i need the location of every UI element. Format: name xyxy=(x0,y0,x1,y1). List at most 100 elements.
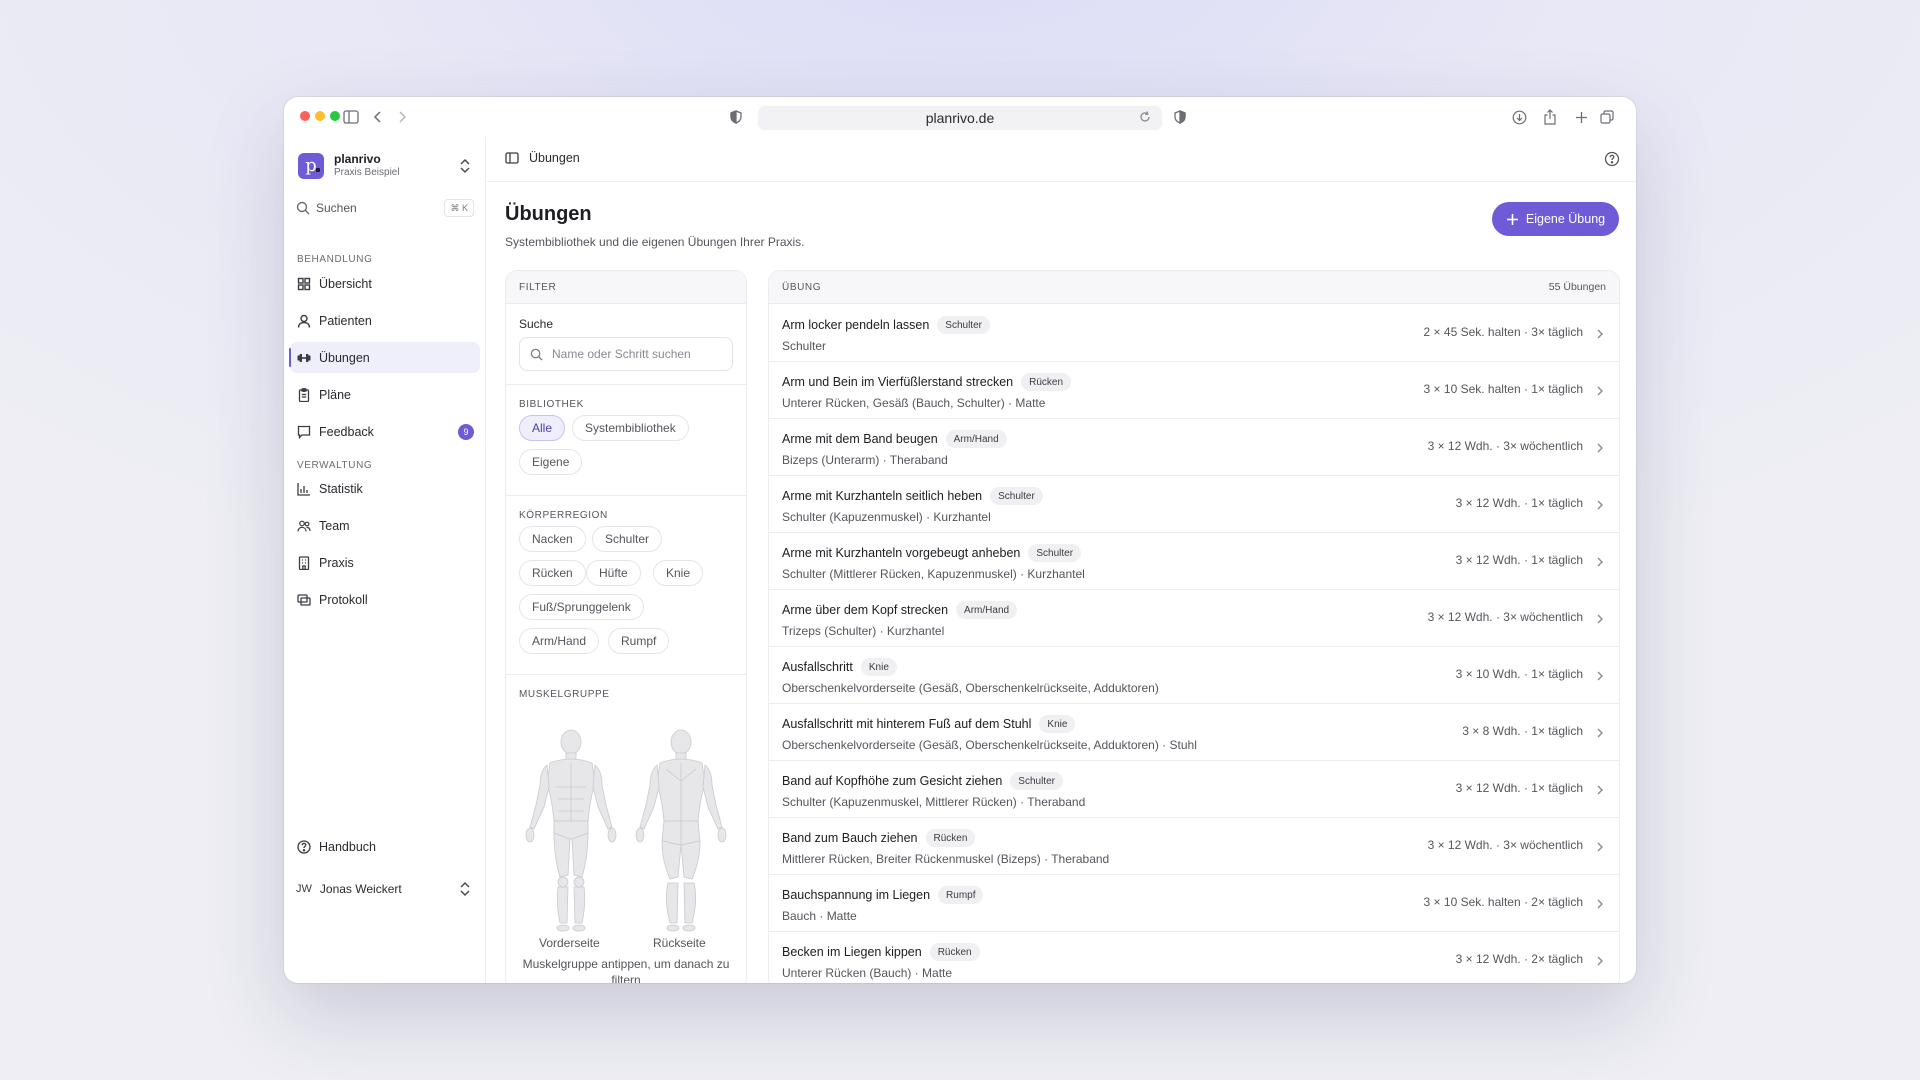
sidebar-item-exercises[interactable]: Übungen xyxy=(289,342,480,373)
exercise-row[interactable]: Arme mit Kurzhanteln seitlich heben Schul… xyxy=(769,476,1619,533)
chip-region-arm-hand[interactable]: Arm/Hand xyxy=(519,628,600,654)
sidebar-item-patients[interactable]: Patienten xyxy=(290,305,480,336)
exercise-row[interactable]: Band auf Kopfhöhe zum Gesicht ziehen Schu… xyxy=(769,761,1619,818)
region-tag: Arm/Hand xyxy=(945,430,1007,448)
sidebar-item-statistics[interactable]: Statistik xyxy=(290,473,480,504)
exercise-row[interactable]: Arm locker pendeln lassen Schulter Schulte… xyxy=(769,305,1619,362)
exercise-muscles: Unterer Rücken (Bauch) · Matte xyxy=(782,966,953,980)
exercise-dosage: 3 × 12 Wdh. · 2× täglich xyxy=(1455,952,1583,966)
chevron-right-icon xyxy=(1594,441,1606,453)
chevron-right-icon xyxy=(1594,384,1606,396)
divider xyxy=(506,674,746,675)
exercise-dosage: 3 × 10 Wdh. · 1× täglich xyxy=(1455,667,1583,681)
exercise-search-input[interactable]: Name oder Schritt suchen xyxy=(519,337,733,371)
browser-titlebar: planrivo.de xyxy=(284,97,1636,137)
maximize-window-button[interactable] xyxy=(330,111,340,121)
sidebar-toggle-icon[interactable] xyxy=(341,107,361,127)
muscle-section-title: MUSKELGRUPPE xyxy=(519,689,610,700)
search-icon xyxy=(530,348,543,361)
forward-arrow-icon[interactable] xyxy=(392,107,412,127)
exercise-title-line: Band auf Kopfhöhe zum Gesicht ziehen Schu… xyxy=(782,772,1063,790)
message-icon xyxy=(297,425,311,439)
exercise-row[interactable]: Arme mit Kurzhanteln vorgebeugt anheben S… xyxy=(769,533,1619,590)
region-tag: Knie xyxy=(860,658,897,676)
privacy-shield-icon[interactable] xyxy=(726,107,746,127)
help-icon[interactable] xyxy=(1604,151,1620,167)
sidebar-item-overview[interactable]: Übersicht xyxy=(290,268,480,299)
main-content: Übungen Übungen Systembibliothek und die… xyxy=(487,137,1636,983)
chip-library-all[interactable]: Alle xyxy=(519,415,566,441)
muscle-body-map[interactable] xyxy=(516,725,738,935)
chip-region-hip[interactable]: Hüfte xyxy=(586,560,641,586)
reload-icon[interactable] xyxy=(1138,110,1154,126)
region-tag: Rücken xyxy=(925,829,976,847)
exercise-row[interactable]: Band zum Bauch ziehen Rücken Mittlerer Rüc… xyxy=(769,818,1619,875)
chip-region-neck[interactable]: Nacken xyxy=(519,526,586,552)
region-tag: Schulter xyxy=(937,316,990,334)
chip-region-core[interactable]: Rumpf xyxy=(608,628,670,654)
sidebar-item-team[interactable]: Team xyxy=(290,510,480,541)
log-icon xyxy=(297,593,311,607)
exercise-title: Arm locker pendeln lassen xyxy=(782,318,930,332)
exercise-title: Arme mit Kurzhanteln vorgebeugt anheben xyxy=(782,546,1021,560)
sidebar-search[interactable]: Suchen ⌘ K xyxy=(296,197,474,219)
chevron-right-icon xyxy=(1594,783,1606,795)
back-view-label: Rückseite xyxy=(653,936,706,950)
sidebar-item-log[interactable]: Protokoll xyxy=(290,584,480,615)
exercise-row[interactable]: Ausfallschritt Knie Oberschenkelvorderseit… xyxy=(769,647,1619,704)
handbook-label: Handbuch xyxy=(319,839,376,854)
chip-region-foot-ankle[interactable]: Fuß/Sprunggelenk xyxy=(519,594,644,620)
sidebar-item-label: Statistik xyxy=(319,481,363,496)
chip-library-system[interactable]: Systembibliothek xyxy=(572,415,689,441)
region-tag: Rücken xyxy=(1021,373,1072,391)
exercise-title: Becken im Liegen kippen xyxy=(782,945,922,959)
user-menu[interactable]: JW Jonas Weickert xyxy=(296,877,474,901)
chip-library-own[interactable]: Eigene xyxy=(519,449,583,475)
sidebar-item-feedback[interactable]: Feedback 9 xyxy=(290,416,480,447)
exercise-dosage: 3 × 8 Wdh. · 1× täglich xyxy=(1462,724,1583,738)
divider xyxy=(506,495,746,496)
chevron-right-icon xyxy=(1594,327,1606,339)
address-bar[interactable]: planrivo.de xyxy=(758,106,1162,130)
chip-region-shoulder[interactable]: Schulter xyxy=(592,526,663,552)
chevron-right-icon xyxy=(1594,555,1606,567)
exercise-title-line: Becken im Liegen kippen Rücken xyxy=(782,943,980,961)
region-tag: Schulter xyxy=(990,487,1043,505)
section-title-treatment: BEHANDLUNG xyxy=(297,254,373,265)
minimize-window-button[interactable] xyxy=(315,111,325,121)
exercise-title-line: Ausfallschritt mit hinterem Fuß auf dem … xyxy=(782,715,1076,733)
exercise-row[interactable]: Arme über dem Kopf strecken Arm/Hand Trize… xyxy=(769,590,1619,647)
exercise-muscles: Oberschenkelvorderseite (Gesäß, Obersche… xyxy=(782,738,1197,752)
back-arrow-icon[interactable] xyxy=(368,107,388,127)
users-icon xyxy=(297,519,311,533)
sidebar-item-label: Team xyxy=(319,518,350,533)
exercise-row[interactable]: Ausfallschritt mit hinterem Fuß auf dem … xyxy=(769,704,1619,761)
brand-name: planrivo xyxy=(334,152,381,166)
download-icon[interactable] xyxy=(1509,107,1529,127)
practice-name: Praxis Beispiel xyxy=(334,167,400,178)
chevron-up-down-icon xyxy=(456,157,474,175)
exercise-title: Arme mit dem Band beugen xyxy=(782,432,938,446)
add-custom-exercise-button[interactable]: Eigene Übung xyxy=(1492,202,1619,236)
practice-switcher[interactable]: p planrivo Praxis Beispiel xyxy=(298,149,474,183)
sidebar-item-plans[interactable]: Pläne xyxy=(290,379,480,410)
share-icon[interactable] xyxy=(1540,107,1560,127)
handbook-link[interactable]: Handbuch xyxy=(290,831,480,862)
sidebar-item-practice[interactable]: Praxis xyxy=(290,547,480,578)
region-tag: Schulter xyxy=(1028,544,1082,562)
exercise-row[interactable]: Bauchspannung im Liegen Rumpf Bauch · Matt… xyxy=(769,875,1619,932)
panel-toggle-icon[interactable] xyxy=(505,151,519,165)
exercise-row[interactable]: Becken im Liegen kippen Rücken Unterer Rüc… xyxy=(769,932,1619,983)
chip-region-back[interactable]: Rücken xyxy=(519,560,586,586)
chip-region-knee[interactable]: Knie xyxy=(653,560,704,586)
chevron-right-icon xyxy=(1594,669,1606,681)
tab-overview-icon[interactable] xyxy=(1597,107,1617,127)
extension-shield-icon[interactable] xyxy=(1170,107,1190,127)
exercise-row[interactable]: Arme mit dem Band beugen Arm/Hand Bizeps (… xyxy=(769,419,1619,476)
close-window-button[interactable] xyxy=(300,111,310,121)
exercise-row[interactable]: Arm und Bein im Vierfüßlerstand strecken… xyxy=(769,362,1619,419)
new-tab-icon[interactable] xyxy=(1571,107,1591,127)
sidebar-item-label: Feedback xyxy=(319,424,374,439)
exercise-title-line: Arme mit Kurzhanteln seitlich heben Schul… xyxy=(782,487,1043,505)
exercise-muscles: Trizeps (Schulter) · Kurzhantel xyxy=(782,624,945,638)
